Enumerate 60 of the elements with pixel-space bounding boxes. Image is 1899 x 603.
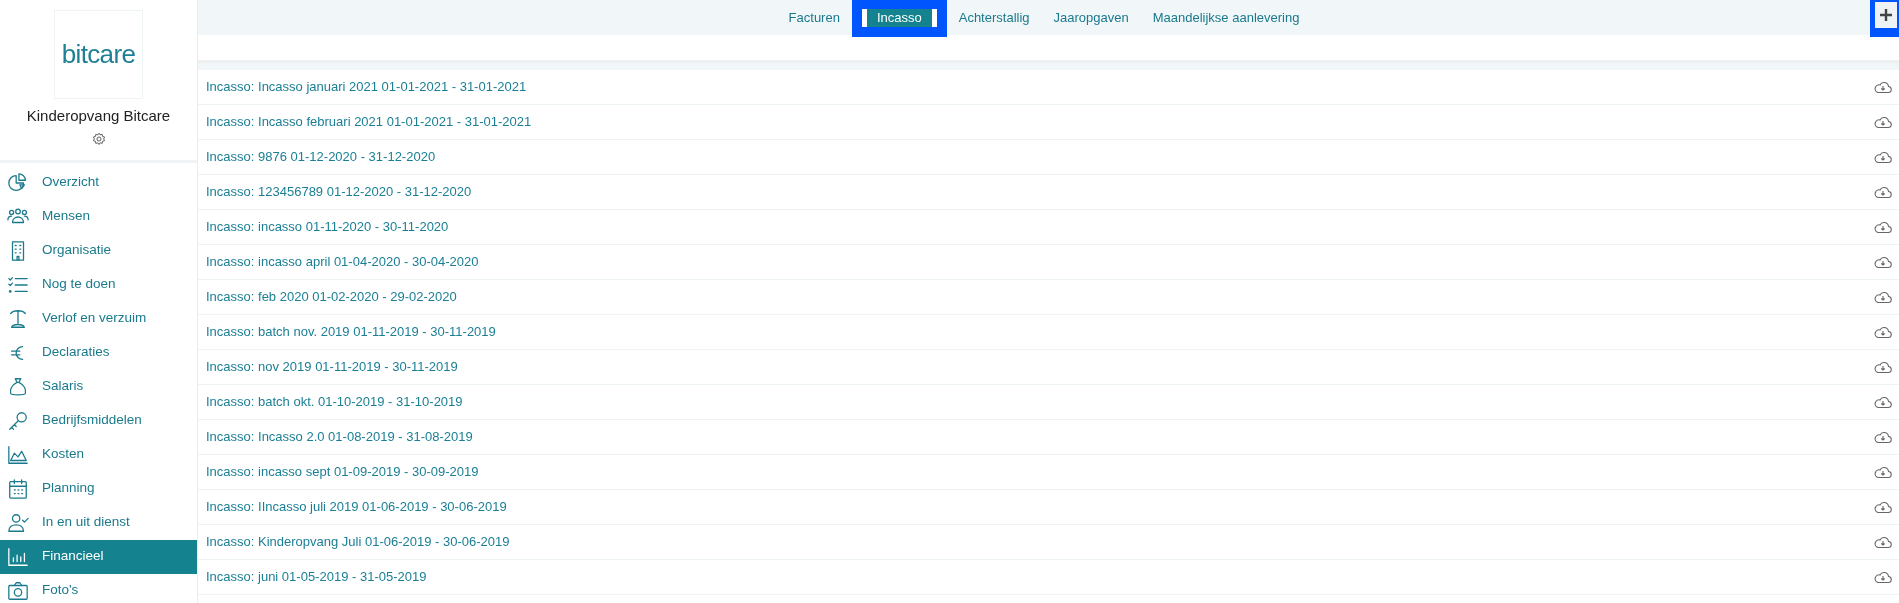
- cloud-download-icon[interactable]: [1874, 465, 1892, 479]
- logo: bitcare: [54, 10, 143, 99]
- area-chart-icon: [7, 443, 29, 466]
- incasso-link[interactable]: Incasso: 9876 01-12-2020 - 31-12-2020: [206, 147, 436, 167]
- cloud-download-icon[interactable]: [1874, 395, 1892, 409]
- person-check-icon: [7, 511, 29, 534]
- sidebar-item[interactable]: Declaraties: [0, 335, 197, 370]
- incasso-link[interactable]: Incasso: incasso 01-11-2020 - 30-11-2020: [206, 217, 449, 237]
- cloud-download-icon[interactable]: [1874, 150, 1892, 164]
- sidebar-item[interactable]: Kosten: [0, 437, 197, 472]
- sidebar-item[interactable]: In en uit dienst: [0, 505, 197, 540]
- cloud-download-icon[interactable]: [1874, 500, 1892, 514]
- cloud-download-icon[interactable]: [1874, 325, 1892, 339]
- camera-icon: [7, 579, 29, 602]
- incasso-link[interactable]: Incasso: 123456789 01-12-2020 - 31-12-2020: [206, 182, 472, 202]
- sidebar-item[interactable]: Financieel: [0, 539, 197, 574]
- key-icon: [7, 409, 29, 432]
- tab[interactable]: Facturen: [776, 0, 852, 35]
- sidebar-item[interactable]: Organisatie: [0, 233, 197, 268]
- sidebar-item[interactable]: Bedrijfsmiddelen: [0, 403, 197, 438]
- incasso-link[interactable]: Incasso: incasso april 01-04-2020 - 30-04-2020: [206, 252, 479, 272]
- bar-chart-icon: [7, 545, 29, 568]
- incasso-link[interactable]: Incasso: batch okt. 01-10-2019 - 31-10-2019: [206, 392, 463, 412]
- incasso-link[interactable]: Incasso: nov 2019 01-11-2019 - 30-11-2019: [206, 357, 458, 377]
- incasso-link[interactable]: Incasso: Incasso februari 2021 01-01-2021 - 31-01-2021: [206, 112, 532, 132]
- tab[interactable]: Incasso: [861, 9, 937, 27]
- sidebar-item[interactable]: Planning: [0, 471, 197, 506]
- pie-chart-icon: [7, 171, 29, 194]
- cloud-download-icon[interactable]: [1874, 535, 1892, 549]
- incasso-link[interactable]: Incasso: IIncasso juli 2019 01-06-2019 - 30-06-2019: [206, 497, 507, 517]
- cloud-download-icon[interactable]: [1874, 255, 1892, 269]
- incasso-link[interactable]: Incasso: Incasso januari 2021 01-01-2021 - 31-01-2021: [206, 77, 527, 97]
- sidebar-item[interactable]: Foto's: [0, 573, 197, 603]
- sidebar-item[interactable]: Mensen: [0, 199, 197, 234]
- incasso-link[interactable]: Incasso: Incasso 2.0 01-08-2019 - 31-08-2019: [206, 427, 473, 447]
- incasso-link[interactable]: Incasso: Kinderopvang Juli 01-06-2019 - 30-06-2019: [206, 532, 510, 552]
- money-bag-icon: [7, 375, 29, 398]
- tab[interactable]: Jaaropgaven: [1041, 0, 1141, 35]
- organization-name: Kinderopvang Bitcare: [26, 106, 171, 126]
- cloud-download-icon[interactable]: [1874, 290, 1892, 304]
- cloud-download-icon[interactable]: [1874, 430, 1892, 444]
- calendar-icon: [7, 477, 29, 500]
- cloud-download-icon[interactable]: [1874, 115, 1892, 129]
- sidebar-item[interactable]: Overzicht: [0, 165, 197, 200]
- cloud-download-icon[interactable]: [1874, 220, 1892, 234]
- tab[interactable]: Maandelijkse aanlevering: [1140, 0, 1312, 35]
- sidebar-item[interactable]: Verlof en verzuim: [0, 301, 197, 336]
- incasso-link[interactable]: Incasso: feb 2020 01-02-2020 - 29-02-2020: [206, 287, 457, 307]
- incasso-link[interactable]: Incasso: juni 01-05-2019 - 31-05-2019: [206, 567, 427, 587]
- settings-icon[interactable]: [91, 131, 106, 146]
- cloud-download-icon[interactable]: [1874, 360, 1892, 374]
- sidebar-item[interactable]: Nog te doen: [0, 267, 197, 302]
- cloud-download-icon[interactable]: [1874, 80, 1892, 94]
- incasso-link[interactable]: Incasso: incasso sept 01-09-2019 - 30-09-2019: [206, 462, 479, 482]
- tab[interactable]: Achterstallig: [946, 0, 1042, 35]
- cloud-download-icon[interactable]: [1874, 185, 1892, 199]
- sidebar-item[interactable]: Salaris: [0, 369, 197, 404]
- incasso-link[interactable]: Incasso: batch nov. 2019 01-11-2019 - 30-11-2019: [206, 322, 496, 342]
- cloud-download-icon[interactable]: [1874, 570, 1892, 584]
- add-icon[interactable]: [1875, 2, 1897, 28]
